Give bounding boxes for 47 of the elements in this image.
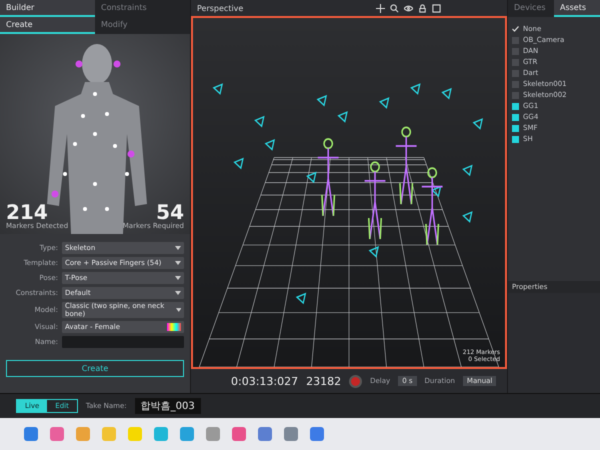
timecode: 0:03:13:027 [231, 374, 298, 388]
take-name-field[interactable]: 합박흠_003 [134, 398, 201, 414]
name-input-field[interactable] [62, 336, 184, 348]
app-icon[interactable] [206, 427, 220, 441]
checkbox[interactable] [512, 102, 519, 110]
panel-tab[interactable]: Assets [554, 0, 600, 17]
checkbox[interactable] [512, 136, 519, 142]
caret-icon [175, 246, 181, 250]
mode-tab[interactable]: Create [0, 17, 95, 34]
caret-icon [175, 276, 181, 280]
caret-icon [175, 291, 181, 295]
app-icon[interactable] [50, 427, 64, 441]
markers-detected-count: 214 [6, 202, 48, 222]
app-icon[interactable] [258, 427, 272, 441]
frame-icon[interactable] [432, 4, 441, 12]
checkbox[interactable] [512, 58, 519, 66]
caret-icon [176, 308, 181, 312]
checkbox[interactable] [512, 114, 519, 120]
panel-tab[interactable]: Builder [0, 0, 95, 17]
checkbox[interactable] [512, 92, 519, 98]
frame-number: 23182 [306, 374, 342, 388]
panel-tab[interactable]: Constraints [95, 0, 190, 17]
app-icon[interactable] [310, 427, 324, 441]
create-button[interactable]: Create [6, 360, 184, 377]
app-icon[interactable] [180, 427, 194, 441]
checkbox[interactable] [512, 80, 519, 88]
zoom-icon[interactable] [390, 4, 399, 12]
move-icon[interactable] [376, 4, 385, 12]
lock-icon[interactable] [418, 4, 427, 12]
checkbox[interactable] [512, 70, 519, 76]
app-icon[interactable] [76, 427, 90, 441]
app-icon[interactable] [284, 427, 298, 441]
checkbox[interactable] [512, 48, 519, 54]
color-swatch-icon [167, 323, 181, 331]
caret-icon [175, 261, 181, 265]
app-icon[interactable] [24, 427, 38, 441]
app-icon[interactable] [232, 427, 246, 441]
record-button[interactable] [349, 374, 362, 388]
markers-required-count: 54 [156, 202, 184, 222]
checkbox[interactable] [512, 124, 519, 132]
app-icon[interactable] [154, 427, 168, 441]
view-menu[interactable]: Perspective [197, 4, 244, 12]
eye-icon[interactable] [404, 4, 413, 12]
app-icon[interactable] [102, 427, 116, 441]
mode-tab[interactable]: Modify [95, 17, 190, 34]
checkbox[interactable] [512, 36, 519, 44]
panel-tab[interactable]: Devices [508, 0, 554, 17]
